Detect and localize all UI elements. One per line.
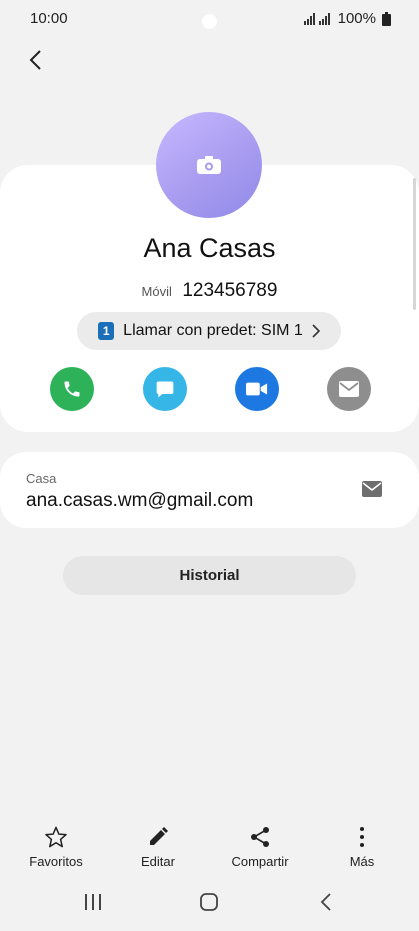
cell-signal-icon: [303, 12, 330, 25]
message-icon: [156, 381, 174, 398]
phone-type-label: Móvil: [141, 284, 172, 299]
more-button[interactable]: Más: [312, 826, 412, 869]
edit-button[interactable]: Editar: [108, 826, 208, 869]
status-time: 10:00: [30, 10, 68, 27]
contact-name: Ana Casas: [143, 233, 276, 263]
mail-icon: [339, 381, 359, 397]
share-button[interactable]: Compartir: [210, 826, 310, 869]
home-button[interactable]: [200, 893, 218, 916]
status-icons: 100%: [303, 10, 391, 27]
email-address: ana.casas.wm@gmail.com: [26, 490, 254, 511]
call-button[interactable]: [50, 367, 94, 411]
pencil-icon: [150, 827, 168, 845]
sim-badge: 1: [98, 322, 115, 340]
more-vertical-icon: [360, 827, 364, 847]
send-email-button[interactable]: [362, 481, 384, 498]
edit-label: Editar: [141, 854, 175, 869]
phone-icon: [64, 381, 80, 397]
history-button[interactable]: Historial: [63, 556, 356, 595]
favorites-button[interactable]: Favoritos: [6, 826, 106, 869]
recent-apps-icon: [85, 894, 101, 910]
home-icon: [200, 893, 218, 911]
share-icon: [251, 827, 269, 847]
recent-apps-button[interactable]: [84, 893, 102, 916]
email-type-label: Casa: [26, 471, 57, 486]
nav-back-button[interactable]: [320, 893, 332, 916]
battery-percent: 100%: [337, 10, 376, 27]
camera-icon: [197, 156, 221, 174]
favorites-label: Favoritos: [29, 854, 83, 869]
sim-label: Llamar con predet: SIM 1: [123, 322, 303, 339]
more-label: Más: [349, 854, 375, 869]
mail-icon: [362, 481, 382, 497]
video-icon: [246, 382, 268, 396]
share-label: Compartir: [231, 854, 289, 869]
back-button[interactable]: [20, 45, 50, 75]
email-button[interactable]: [327, 367, 371, 411]
message-button[interactable]: [143, 367, 187, 411]
front-camera: [202, 14, 217, 29]
star-icon: [45, 826, 67, 848]
chevron-left-icon: [29, 50, 41, 70]
phone-number: 123456789: [182, 280, 278, 301]
chevron-right-icon: [312, 324, 320, 338]
battery-icon: [382, 11, 391, 26]
default-sim-button[interactable]: 1 Llamar con predet: SIM 1: [77, 312, 341, 350]
contact-avatar[interactable]: [156, 112, 262, 218]
video-call-button[interactable]: [235, 367, 279, 411]
back-arrow-icon: [320, 893, 331, 911]
phone-row[interactable]: Móvil 123456789: [0, 280, 419, 302]
